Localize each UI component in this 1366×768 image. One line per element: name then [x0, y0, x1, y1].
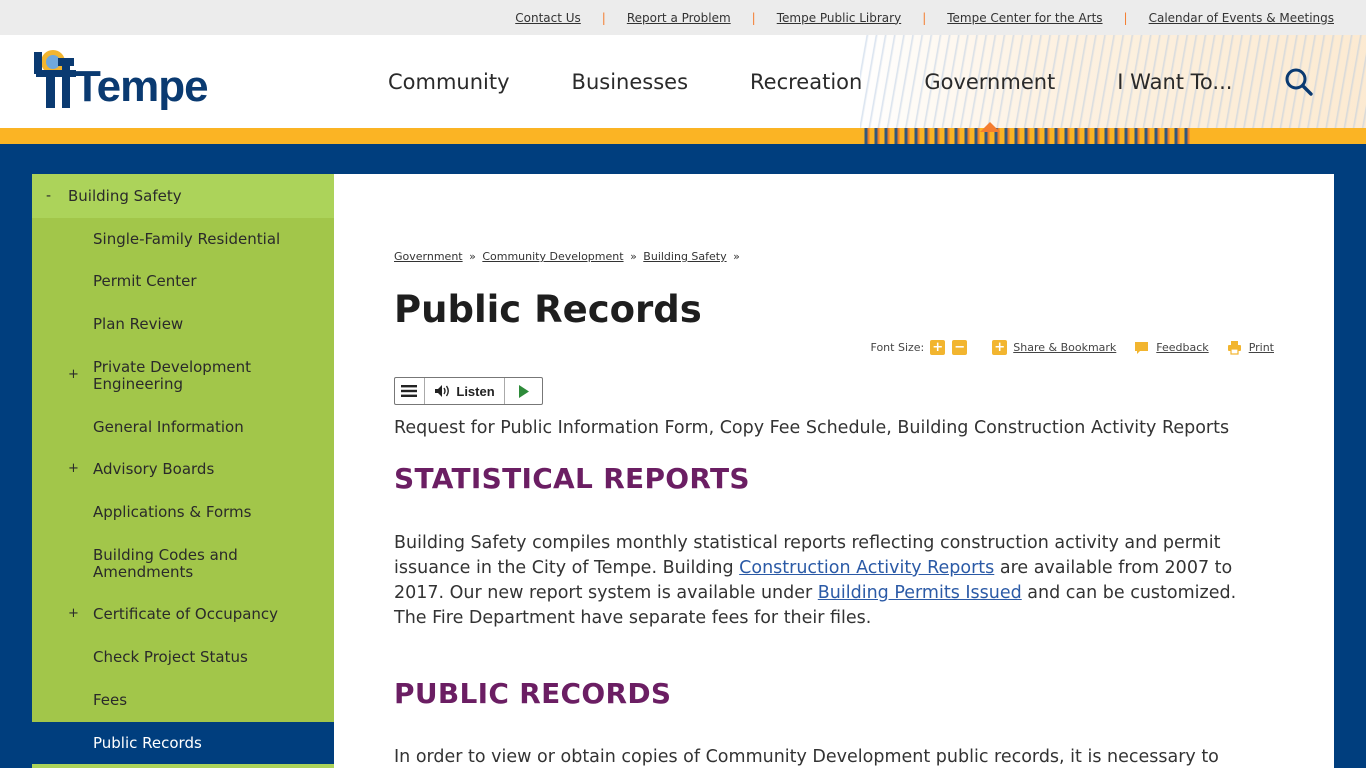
building-permits-issued-link[interactable]: Building Permits Issued	[818, 583, 1022, 603]
speech-bubble-icon	[1134, 341, 1149, 355]
expand-toggle[interactable]: +	[68, 460, 79, 477]
utility-link-report-problem[interactable]: Report a Problem	[627, 11, 731, 25]
main-nav: Community Businesses Recreation Governme…	[388, 35, 1294, 132]
utility-separator: |	[751, 10, 756, 25]
listen-play-button[interactable]	[505, 378, 542, 404]
sidebar-item-label: Permit Center	[93, 272, 197, 290]
nav-government[interactable]: Government	[924, 70, 1055, 132]
sidebar-item-private-dev-engineering[interactable]: + Private Development Engineering	[32, 346, 334, 406]
statistical-reports-paragraph: Building Safety compiles monthly statist…	[394, 531, 1274, 631]
sidebar-item-building-codes[interactable]: Building Codes and Amendments	[32, 534, 334, 593]
expand-toggle[interactable]: +	[68, 366, 79, 383]
sidebar-item-single-family[interactable]: Single-Family Residential	[32, 218, 334, 260]
main-content: Government » Community Development » Bui…	[334, 174, 1334, 768]
collapse-toggle[interactable]: -	[46, 188, 68, 204]
feedback-tool: Feedback	[1134, 341, 1209, 355]
intro-text: Request for Public Information Form, Cop…	[394, 418, 1230, 438]
breadcrumb-building-safety[interactable]: Building Safety	[643, 250, 726, 263]
utility-separator: |	[1123, 10, 1128, 25]
expand-toggle[interactable]: +	[68, 605, 79, 622]
utility-separator: |	[922, 10, 927, 25]
share-plus-icon: +	[992, 340, 1008, 355]
utility-bar: Contact Us | Report a Problem | Tempe Pu…	[0, 0, 1366, 35]
sidebar-item-advisory-boards[interactable]: + Advisory Boards	[32, 448, 334, 491]
heading-public-records: PUBLIC RECORDS	[394, 677, 672, 710]
share-bookmark-link[interactable]: Share & Bookmark	[1013, 341, 1116, 354]
sidebar-item-label: Public Records	[93, 733, 202, 752]
nav-recreation[interactable]: Recreation	[750, 70, 862, 94]
sidebar-parent-label: Building Safety	[68, 187, 182, 205]
sidebar-parent-building-safety[interactable]: - Building Safety	[32, 174, 334, 218]
sidebar-item-label: Advisory Boards	[93, 460, 215, 478]
font-size-label: Font Size:	[870, 341, 925, 354]
tempe-logo[interactable]: Tempe	[32, 48, 222, 114]
sidebar-nav: - Building Safety Single-Family Resident…	[32, 174, 334, 768]
sidebar-item-plan-review[interactable]: Plan Review	[32, 303, 334, 346]
font-increase-button[interactable]: +	[930, 340, 946, 355]
printer-icon	[1227, 340, 1242, 355]
page-title: Public Records	[394, 288, 702, 331]
logo-wordmark: Tempe	[74, 62, 209, 111]
sidebar-item-fees[interactable]: Fees	[32, 679, 334, 722]
sidebar-item-label: Certificate of Occupancy	[93, 605, 279, 623]
utility-link-calendar[interactable]: Calendar of Events & Meetings	[1149, 11, 1334, 25]
construction-activity-reports-link[interactable]: Construction Activity Reports	[739, 558, 994, 578]
print-link[interactable]: Print	[1249, 341, 1274, 354]
utility-link-arts-center[interactable]: Tempe Center for the Arts	[947, 11, 1102, 25]
breadcrumb-government[interactable]: Government	[394, 250, 463, 263]
header-gold-band	[0, 128, 1366, 144]
listen-menu-button[interactable]	[395, 378, 425, 404]
play-icon	[518, 384, 529, 398]
utility-nav: Contact Us | Report a Problem | Tempe Pu…	[515, 0, 1334, 35]
utility-link-library[interactable]: Tempe Public Library	[777, 11, 901, 25]
utility-link-contact-us[interactable]: Contact Us	[515, 11, 581, 25]
sidebar-bottom-strip	[32, 764, 334, 768]
listen-button[interactable]: Listen	[425, 378, 506, 404]
share-bookmark-tool: + Share & Bookmark	[992, 340, 1116, 355]
sidebar-item-label: Check Project Status	[93, 648, 248, 666]
hamburger-icon	[401, 385, 418, 397]
sidebar-item-label: Single-Family Residential	[93, 229, 281, 248]
breadcrumb-separator: »	[469, 250, 476, 263]
breadcrumb-separator: »	[733, 250, 740, 263]
listen-label: Listen	[456, 383, 495, 399]
sidebar-item-label: Building Codes and Amendments	[93, 545, 238, 581]
sidebar-item-applications-forms[interactable]: Applications & Forms	[32, 491, 334, 534]
font-decrease-button[interactable]: −	[952, 340, 968, 355]
sidebar-item-certificate-occupancy[interactable]: + Certificate of Occupancy	[32, 593, 334, 636]
search-icon	[1285, 68, 1313, 96]
sidebar-item-label: General Information	[93, 417, 244, 436]
print-tool: Print	[1227, 340, 1274, 355]
sidebar-item-public-records[interactable]: Public Records	[32, 722, 334, 764]
speaker-icon	[435, 385, 450, 397]
heading-statistical-reports: STATISTICAL REPORTS	[394, 462, 750, 495]
sidebar-item-label: Private Development Engineering	[93, 358, 252, 393]
feedback-link[interactable]: Feedback	[1156, 341, 1208, 354]
breadcrumb-community-development[interactable]: Community Development	[482, 250, 623, 263]
nav-community[interactable]: Community	[388, 70, 510, 94]
sidebar-item-permit-center[interactable]: Permit Center	[32, 260, 334, 303]
tempe-logo-mark-icon	[34, 50, 76, 108]
public-records-paragraph: In order to view or obtain copies of Com…	[394, 747, 1219, 767]
search-button[interactable]	[1284, 67, 1314, 97]
sidebar-item-label: Plan Review	[93, 315, 184, 333]
breadcrumb-separator: »	[630, 250, 637, 263]
sidebar-item-general-info[interactable]: General Information	[32, 406, 334, 448]
sidebar-item-label: Fees	[93, 691, 128, 709]
readspeaker-widget: Listen	[394, 377, 543, 405]
breadcrumb: Government » Community Development » Bui…	[394, 250, 743, 263]
page-tools: Font Size: + − + Share & Bookmark Feedba…	[871, 340, 1274, 355]
sidebar-item-check-project-status[interactable]: Check Project Status	[32, 636, 334, 679]
utility-separator: |	[601, 10, 606, 25]
sidebar-item-label: Applications & Forms	[93, 503, 252, 521]
nav-businesses[interactable]: Businesses	[572, 70, 688, 94]
nav-i-want-to[interactable]: I Want To...	[1117, 70, 1232, 94]
